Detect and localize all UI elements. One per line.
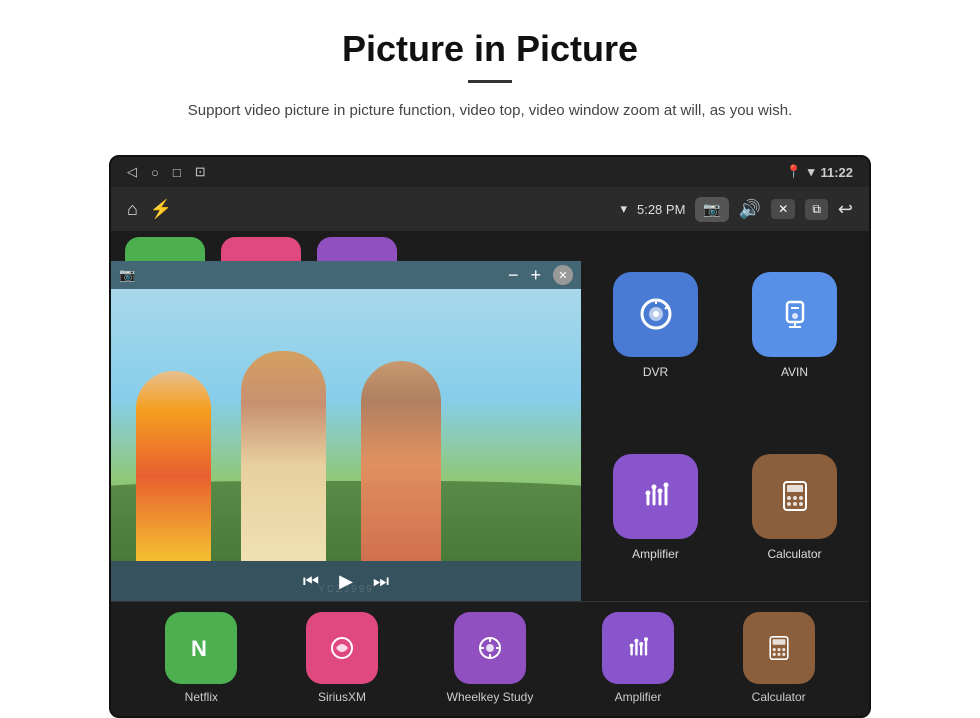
netflix-icon-box[interactable]: N <box>165 612 237 684</box>
volume-icon[interactable]: 🔊 <box>739 199 761 220</box>
sirius-svg-icon <box>326 632 358 664</box>
calculator-svg-icon <box>775 476 815 516</box>
calculator-icon-box[interactable] <box>752 454 837 539</box>
home-app-icon[interactable]: ⌂ <box>127 199 138 220</box>
bottom-app-netflix[interactable]: N Netflix <box>165 612 237 704</box>
wheelkey-label: Wheelkey Study <box>447 690 534 704</box>
close-btn[interactable]: ✕ <box>771 199 795 219</box>
bottom-amplifier-svg-icon <box>622 632 654 664</box>
wheelkey-icon-box[interactable] <box>454 612 526 684</box>
video-scene <box>111 289 581 561</box>
amplifier-label: Amplifier <box>632 547 679 561</box>
pip-close-icon: ✕ <box>558 269 567 282</box>
watermark: YCZJ999 <box>318 584 374 595</box>
app-toolbar: ⌂ ⚡ ▾ 5:28 PM 📷 🔊 ✕ ⧉ ↩ <box>111 187 869 231</box>
main-content: 📷 − + ✕ <box>111 231 869 601</box>
svg-text:N: N <box>191 636 207 661</box>
avin-svg-icon <box>775 294 815 334</box>
pip-top-bar: 📷 − + ✕ <box>111 261 581 289</box>
video-bottom-bar: ⏮ ▶ ⏭ <box>111 561 581 601</box>
toolbar-time: 5:28 PM <box>637 202 685 217</box>
sirius-icon-box[interactable] <box>306 612 378 684</box>
pip-window[interactable]: 📷 − + ✕ <box>111 261 581 601</box>
avin-icon-box[interactable] <box>752 272 837 357</box>
pip-minus-btn[interactable]: − <box>508 265 519 286</box>
bottom-amplifier-label: Amplifier <box>615 690 662 704</box>
amplifier-svg-icon <box>636 476 676 516</box>
menu-icon[interactable]: ⊡ <box>195 164 206 180</box>
pip-close-btn[interactable]: ✕ <box>553 265 573 285</box>
title-divider <box>468 80 512 83</box>
bottom-calculator-label: Calculator <box>752 690 806 704</box>
toolbar-left: ⌂ ⚡ <box>127 199 172 220</box>
next-btn[interactable]: ⏭ <box>373 571 389 592</box>
back-icon[interactable]: ◁ <box>127 164 137 180</box>
netflix-label: Netflix <box>185 690 218 704</box>
wifi-icon: ▾ <box>808 164 815 180</box>
bottom-app-calculator[interactable]: Calculator <box>743 612 815 704</box>
pip-plus-btn[interactable]: + <box>530 265 541 286</box>
device-frame: ◁ ○ □ ⊡ 📍 ▾ 11:22 ⌂ ⚡ ▾ 5:28 PM 📷 🔊 ✕ ⧉ … <box>109 155 871 718</box>
app-item-amplifier[interactable]: Amplifier <box>591 421 720 593</box>
netflix-svg-icon: N <box>185 632 217 664</box>
pip-btn[interactable]: ⧉ <box>805 199 828 220</box>
dvr-label: DVR <box>643 365 668 379</box>
prev-btn[interactable]: ⏮ <box>303 571 319 592</box>
app-item-calculator[interactable]: Calculator <box>730 421 859 593</box>
status-bar: ◁ ○ □ ⊡ 📍 ▾ 11:22 <box>111 157 869 187</box>
home-icon[interactable]: ○ <box>151 165 159 180</box>
status-time: 11:22 <box>820 165 853 180</box>
dvr-icon-box[interactable] <box>613 272 698 357</box>
wheelkey-svg-icon <box>474 632 506 664</box>
page-title: Picture in Picture <box>80 28 900 70</box>
bottom-calculator-svg-icon <box>763 632 795 664</box>
pip-controls: − + ✕ <box>508 265 573 286</box>
app-item-dvr[interactable]: DVR <box>591 239 720 411</box>
location-icon: 📍 <box>786 164 802 180</box>
icons-grid: DVR AVIN <box>581 231 869 601</box>
dvr-svg-icon <box>636 294 676 334</box>
bottom-app-amplifier[interactable]: Amplifier <box>602 612 674 704</box>
sirius-label: SiriusXM <box>318 690 366 704</box>
toolbar-right: ▾ 5:28 PM 📷 🔊 ✕ ⧉ ↩ <box>620 197 853 222</box>
status-right: 📍 ▾ 11:22 <box>786 164 853 180</box>
page-subtitle: Support video picture in picture functio… <box>110 99 870 123</box>
pip-camera-icon: 📷 <box>119 267 135 283</box>
status-left: ◁ ○ □ ⊡ <box>127 164 206 180</box>
usb-icon: ⚡ <box>150 199 172 220</box>
video-area: 📷 − + ✕ <box>111 231 581 601</box>
recents-icon[interactable]: □ <box>173 165 181 180</box>
avin-label: AVIN <box>781 365 808 379</box>
camera-icon[interactable]: 📷 <box>695 197 728 222</box>
bottom-app-wheelkey[interactable]: Wheelkey Study <box>447 612 534 704</box>
wifi-status-icon: ▾ <box>620 201 627 217</box>
bottom-apps-row: N Netflix SiriusXM <box>111 601 869 716</box>
page-header: Picture in Picture Support video picture… <box>0 0 980 141</box>
bottom-amplifier-icon-box[interactable] <box>602 612 674 684</box>
bottom-calculator-icon-box[interactable] <box>743 612 815 684</box>
bottom-app-sirius[interactable]: SiriusXM <box>306 612 378 704</box>
back-nav-icon[interactable]: ↩ <box>838 199 853 220</box>
calculator-label: Calculator <box>767 547 821 561</box>
app-item-avin[interactable]: AVIN <box>730 239 859 411</box>
amplifier-icon-box[interactable] <box>613 454 698 539</box>
